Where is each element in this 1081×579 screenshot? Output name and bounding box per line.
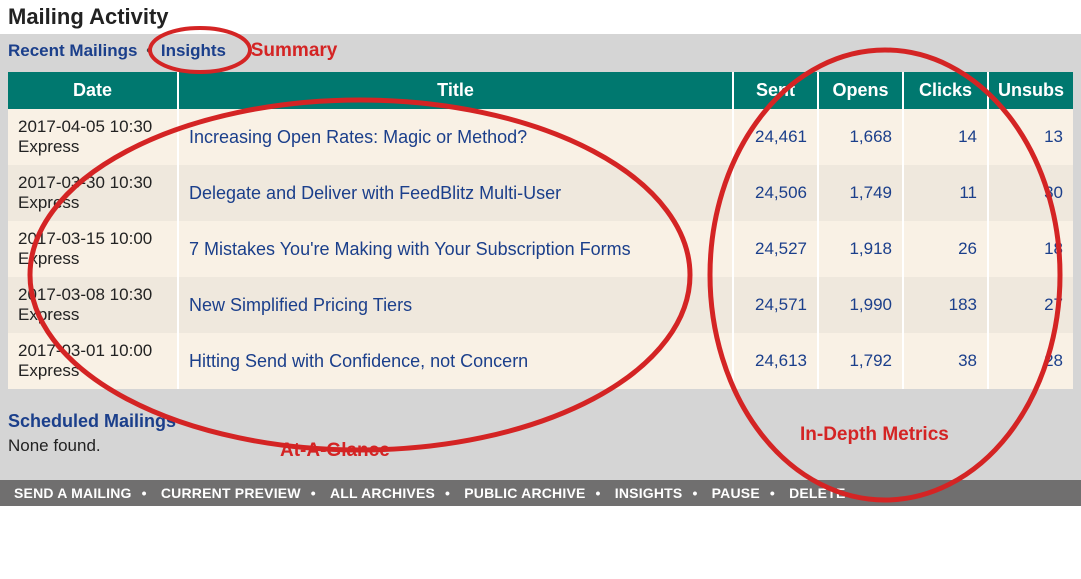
cell-opens: 1,990 bbox=[818, 277, 903, 333]
mailing-title-link[interactable]: Delegate and Deliver with FeedBlitz Mult… bbox=[189, 183, 561, 203]
cell-title: 7 Mistakes You're Making with Your Subsc… bbox=[178, 221, 733, 277]
mailings-table: Date Title Sent Opens Clicks Unsubs 2017… bbox=[8, 72, 1073, 389]
cell-title: New Simplified Pricing Tiers bbox=[178, 277, 733, 333]
scheduled-none: None found. bbox=[8, 436, 1073, 456]
date-value: 2017-03-01 10:00 bbox=[18, 341, 167, 361]
table-row: 2017-03-30 10:30Express Delegate and Deli… bbox=[8, 165, 1073, 221]
cell-opens: 1,668 bbox=[818, 109, 903, 165]
method-value: Express bbox=[18, 249, 167, 269]
table-header-row: Date Title Sent Opens Clicks Unsubs bbox=[8, 72, 1073, 109]
table-row: 2017-04-05 10:30Express Increasing Open R… bbox=[8, 109, 1073, 165]
date-value: 2017-03-30 10:30 bbox=[18, 173, 167, 193]
col-unsubs: Unsubs bbox=[988, 72, 1073, 109]
scheduled-heading: Scheduled Mailings bbox=[8, 411, 1073, 432]
tab-recent-mailings[interactable]: Recent Mailings bbox=[8, 41, 137, 60]
mailing-title-link[interactable]: Increasing Open Rates: Magic or Method? bbox=[189, 127, 527, 147]
cell-clicks: 26 bbox=[903, 221, 988, 277]
cell-unsubs: 18 bbox=[988, 221, 1073, 277]
footer-insights[interactable]: INSIGHTS bbox=[615, 485, 683, 501]
cell-date: 2017-03-01 10:00Express bbox=[8, 333, 178, 389]
cell-date: 2017-04-05 10:30Express bbox=[8, 109, 178, 165]
cell-clicks: 38 bbox=[903, 333, 988, 389]
col-clicks: Clicks bbox=[903, 72, 988, 109]
footer-actions: SEND A MAILING• CURRENT PREVIEW• ALL ARC… bbox=[0, 480, 1081, 506]
cell-unsubs: 27 bbox=[988, 277, 1073, 333]
cell-title: Hitting Send with Confidence, not Concer… bbox=[178, 333, 733, 389]
col-opens: Opens bbox=[818, 72, 903, 109]
cell-title: Increasing Open Rates: Magic or Method? bbox=[178, 109, 733, 165]
mailing-title-link[interactable]: New Simplified Pricing Tiers bbox=[189, 295, 412, 315]
cell-clicks: 11 bbox=[903, 165, 988, 221]
mailing-title-link[interactable]: Hitting Send with Confidence, not Concer… bbox=[189, 351, 528, 371]
footer-delete[interactable]: DELETE bbox=[789, 485, 845, 501]
cell-opens: 1,792 bbox=[818, 333, 903, 389]
cell-sent: 24,461 bbox=[733, 109, 818, 165]
cell-date: 2017-03-08 10:30Express bbox=[8, 277, 178, 333]
cell-title: Delegate and Deliver with FeedBlitz Mult… bbox=[178, 165, 733, 221]
date-value: 2017-03-15 10:00 bbox=[18, 229, 167, 249]
col-date: Date bbox=[8, 72, 178, 109]
date-value: 2017-04-05 10:30 bbox=[18, 117, 167, 137]
cell-unsubs: 13 bbox=[988, 109, 1073, 165]
col-title: Title bbox=[178, 72, 733, 109]
method-value: Express bbox=[18, 305, 167, 325]
footer-current-preview[interactable]: CURRENT PREVIEW bbox=[161, 485, 301, 501]
tabs-bar: Recent Mailings • Insights Summary bbox=[0, 34, 1081, 72]
cell-clicks: 14 bbox=[903, 109, 988, 165]
cell-sent: 24,506 bbox=[733, 165, 818, 221]
footer-all-archives[interactable]: ALL ARCHIVES bbox=[330, 485, 435, 501]
table-row: 2017-03-01 10:00Express Hitting Send with… bbox=[8, 333, 1073, 389]
method-value: Express bbox=[18, 193, 167, 213]
cell-opens: 1,749 bbox=[818, 165, 903, 221]
cell-opens: 1,918 bbox=[818, 221, 903, 277]
mailing-title-link[interactable]: 7 Mistakes You're Making with Your Subsc… bbox=[189, 239, 631, 259]
cell-sent: 24,571 bbox=[733, 277, 818, 333]
table-row: 2017-03-15 10:00Express 7 Mistakes You're… bbox=[8, 221, 1073, 277]
method-value: Express bbox=[18, 137, 167, 157]
tab-insights[interactable]: Insights bbox=[161, 41, 226, 60]
cell-sent: 24,527 bbox=[733, 221, 818, 277]
col-sent: Sent bbox=[733, 72, 818, 109]
tab-separator: • bbox=[146, 41, 152, 60]
cell-unsubs: 28 bbox=[988, 333, 1073, 389]
cell-date: 2017-03-15 10:00Express bbox=[8, 221, 178, 277]
footer-pause[interactable]: PAUSE bbox=[712, 485, 760, 501]
scheduled-section: Scheduled Mailings None found. bbox=[0, 395, 1081, 480]
table-row: 2017-03-08 10:30Express New Simplified Pr… bbox=[8, 277, 1073, 333]
footer-send-mailing[interactable]: SEND A MAILING bbox=[14, 485, 132, 501]
footer-public-archive[interactable]: PUBLIC ARCHIVE bbox=[464, 485, 585, 501]
cell-date: 2017-03-30 10:30Express bbox=[8, 165, 178, 221]
method-value: Express bbox=[18, 361, 167, 381]
annotation-summary: Summary bbox=[251, 40, 338, 61]
date-value: 2017-03-08 10:30 bbox=[18, 285, 167, 305]
cell-sent: 24,613 bbox=[733, 333, 818, 389]
cell-unsubs: 30 bbox=[988, 165, 1073, 221]
cell-clicks: 183 bbox=[903, 277, 988, 333]
page-title: Mailing Activity bbox=[0, 0, 1081, 34]
